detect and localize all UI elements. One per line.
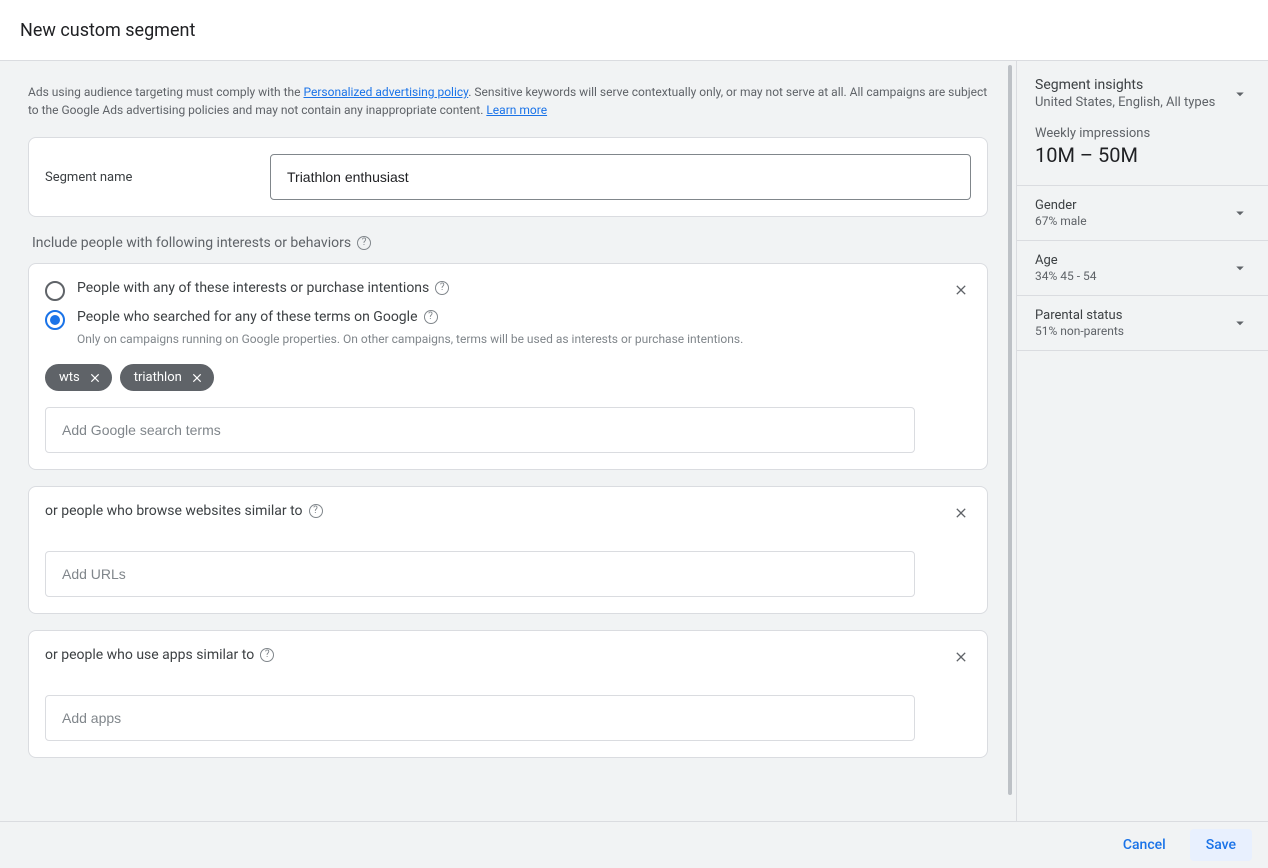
apps-label: or people who use apps similar to	[45, 647, 971, 663]
close-icon[interactable]	[949, 278, 973, 302]
include-section-label: Include people with following interests …	[32, 235, 988, 251]
help-icon[interactable]	[424, 310, 438, 324]
segment-name-label: Segment name	[45, 170, 270, 185]
stat-label: Gender	[1035, 198, 1230, 213]
chip-wts: wts	[45, 364, 112, 391]
stat-label: Parental status	[1035, 308, 1230, 323]
include-label-text: Include people with following interests …	[32, 235, 351, 251]
chip-remove-icon[interactable]	[88, 371, 102, 385]
insights-subtitle: United States, English, All types	[1035, 95, 1230, 110]
interests-card: People with any of these interests or pu…	[28, 263, 988, 470]
radio-interests-label: People with any of these interests or pu…	[77, 280, 429, 296]
page-header: New custom segment	[0, 0, 1268, 61]
stat-parental[interactable]: Parental status 51% non-parents	[1017, 296, 1268, 351]
cancel-button[interactable]: Cancel	[1107, 829, 1182, 861]
apps-input[interactable]	[45, 695, 915, 741]
impressions-value: 10M – 50M	[1035, 143, 1250, 167]
stat-gender[interactable]: Gender 67% male	[1017, 186, 1268, 241]
stat-value: 51% non-parents	[1035, 324, 1230, 338]
insights-panel: Segment insights United States, English,…	[1016, 61, 1268, 821]
radio-icon	[45, 310, 65, 330]
help-icon[interactable]	[309, 504, 323, 518]
help-icon[interactable]	[435, 281, 449, 295]
impressions-label: Weekly impressions	[1035, 126, 1250, 141]
chips-container: wts triathlon	[45, 364, 971, 391]
chip-label: wts	[59, 370, 80, 385]
stat-value: 67% male	[1035, 214, 1230, 228]
chip-remove-icon[interactable]	[190, 371, 204, 385]
help-icon[interactable]	[260, 648, 274, 662]
scrollbar[interactable]	[1008, 65, 1012, 795]
chip-triathlon: triathlon	[120, 364, 214, 391]
chevron-down-icon[interactable]	[1230, 203, 1250, 223]
chevron-down-icon[interactable]	[1230, 313, 1250, 333]
urls-label: or people who browse websites similar to	[45, 503, 971, 519]
chevron-down-icon[interactable]	[1230, 84, 1250, 104]
personalized-policy-link[interactable]: Personalized advertising policy	[303, 85, 468, 99]
stat-age[interactable]: Age 34% 45 - 54	[1017, 241, 1268, 296]
apps-card: or people who use apps similar to	[28, 630, 988, 758]
close-icon[interactable]	[949, 645, 973, 669]
policy-text: Ads using audience targeting must comply…	[28, 85, 303, 99]
urls-label-text: or people who browse websites similar to	[45, 503, 303, 519]
radio-icon	[45, 281, 65, 301]
segment-name-card: Segment name	[28, 137, 988, 217]
insights-title: Segment insights	[1035, 77, 1230, 93]
help-icon[interactable]	[357, 236, 371, 250]
stat-value: 34% 45 - 54	[1035, 269, 1230, 283]
page-title: New custom segment	[20, 20, 195, 41]
stat-label: Age	[1035, 253, 1230, 268]
save-button[interactable]: Save	[1190, 829, 1252, 861]
close-icon[interactable]	[949, 501, 973, 525]
impressions-block: Weekly impressions 10M – 50M	[1017, 126, 1268, 186]
radio-search-terms[interactable]: People who searched for any of these ter…	[45, 309, 971, 330]
urls-card: or people who browse websites similar to	[28, 486, 988, 614]
chip-label: triathlon	[134, 370, 182, 385]
segment-name-input[interactable]	[270, 154, 971, 200]
main-column: Ads using audience targeting must comply…	[0, 61, 1016, 821]
policy-notice: Ads using audience targeting must comply…	[28, 61, 988, 137]
chevron-down-icon[interactable]	[1230, 258, 1250, 278]
apps-label-text: or people who use apps similar to	[45, 647, 254, 663]
radio-search-terms-label: People who searched for any of these ter…	[77, 309, 418, 325]
urls-input[interactable]	[45, 551, 915, 597]
insights-header: Segment insights United States, English,…	[1017, 61, 1268, 126]
footer: Cancel Save	[0, 821, 1268, 868]
radio-interests[interactable]: People with any of these interests or pu…	[45, 280, 971, 301]
search-terms-input[interactable]	[45, 407, 915, 453]
learn-more-link[interactable]: Learn more	[486, 103, 547, 117]
radio-search-terms-sub: Only on campaigns running on Google prop…	[77, 332, 971, 346]
